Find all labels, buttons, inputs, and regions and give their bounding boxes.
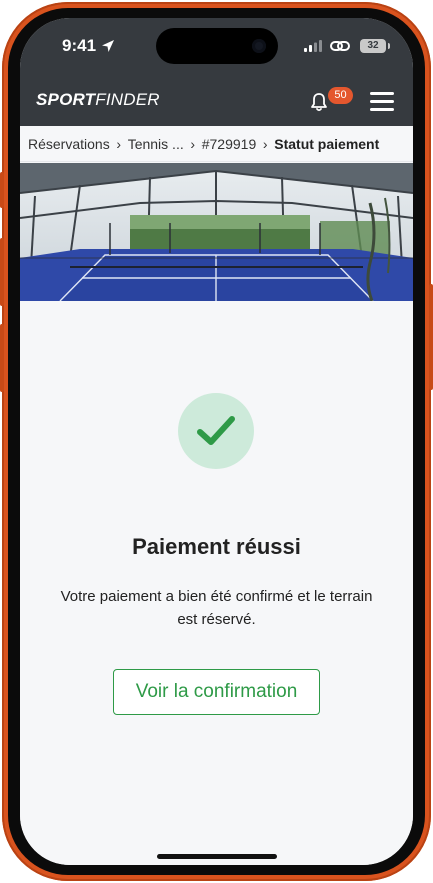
- chevron-right-icon: ›: [116, 135, 122, 152]
- battery-icon: 32: [360, 39, 390, 53]
- hamburger-menu-icon[interactable]: [370, 92, 394, 112]
- logo-bold-text: SPORT: [36, 90, 96, 109]
- power-button: [429, 284, 433, 390]
- breadcrumb-item-reservations[interactable]: Réservations: [28, 136, 110, 152]
- success-circle: [178, 393, 254, 469]
- page-title: Paiement réussi: [132, 534, 301, 559]
- volume-down-button: [0, 324, 4, 392]
- bell-icon[interactable]: [308, 91, 330, 113]
- screen: 9:41 32 SPORTFINDER 50 Réservations › Te…: [20, 18, 413, 865]
- link-icon: [330, 41, 350, 51]
- chevron-right-icon: ›: [262, 135, 268, 152]
- checkmark-icon: [197, 416, 235, 445]
- breadcrumb-item-booking-id[interactable]: #729919: [202, 136, 257, 152]
- payment-status-panel: Paiement réussi Votre paiement a bien ét…: [20, 301, 413, 865]
- view-confirmation-button[interactable]: Voir la confirmation: [113, 669, 320, 715]
- status-message: Votre paiement a bien été confirmé et le…: [60, 588, 373, 628]
- action-button: [0, 172, 4, 208]
- location-arrow-icon: [102, 40, 114, 52]
- camera-icon: [252, 39, 266, 53]
- breadcrumb-item-tennis[interactable]: Tennis ...: [128, 136, 184, 152]
- breadcrumb-current: Statut paiement: [274, 135, 380, 152]
- status-time: 9:41: [62, 36, 97, 55]
- app-header: SPORTFINDER 50: [20, 78, 413, 126]
- sportfinder-logo[interactable]: SPORTFINDER: [36, 90, 160, 110]
- status-bar: 9:41 32: [20, 18, 413, 78]
- breadcrumb: Réservations › Tennis ... › #729919 › St…: [20, 126, 413, 162]
- logo-regular-text: FINDER: [95, 90, 160, 109]
- chevron-right-icon: ›: [190, 135, 196, 152]
- notification-badge: 50: [328, 87, 353, 104]
- padel-court-photo: [20, 163, 413, 301]
- volume-up-button: [0, 238, 4, 306]
- home-indicator[interactable]: [157, 854, 277, 859]
- signal-icon: [304, 40, 322, 52]
- dynamic-island: [156, 28, 278, 64]
